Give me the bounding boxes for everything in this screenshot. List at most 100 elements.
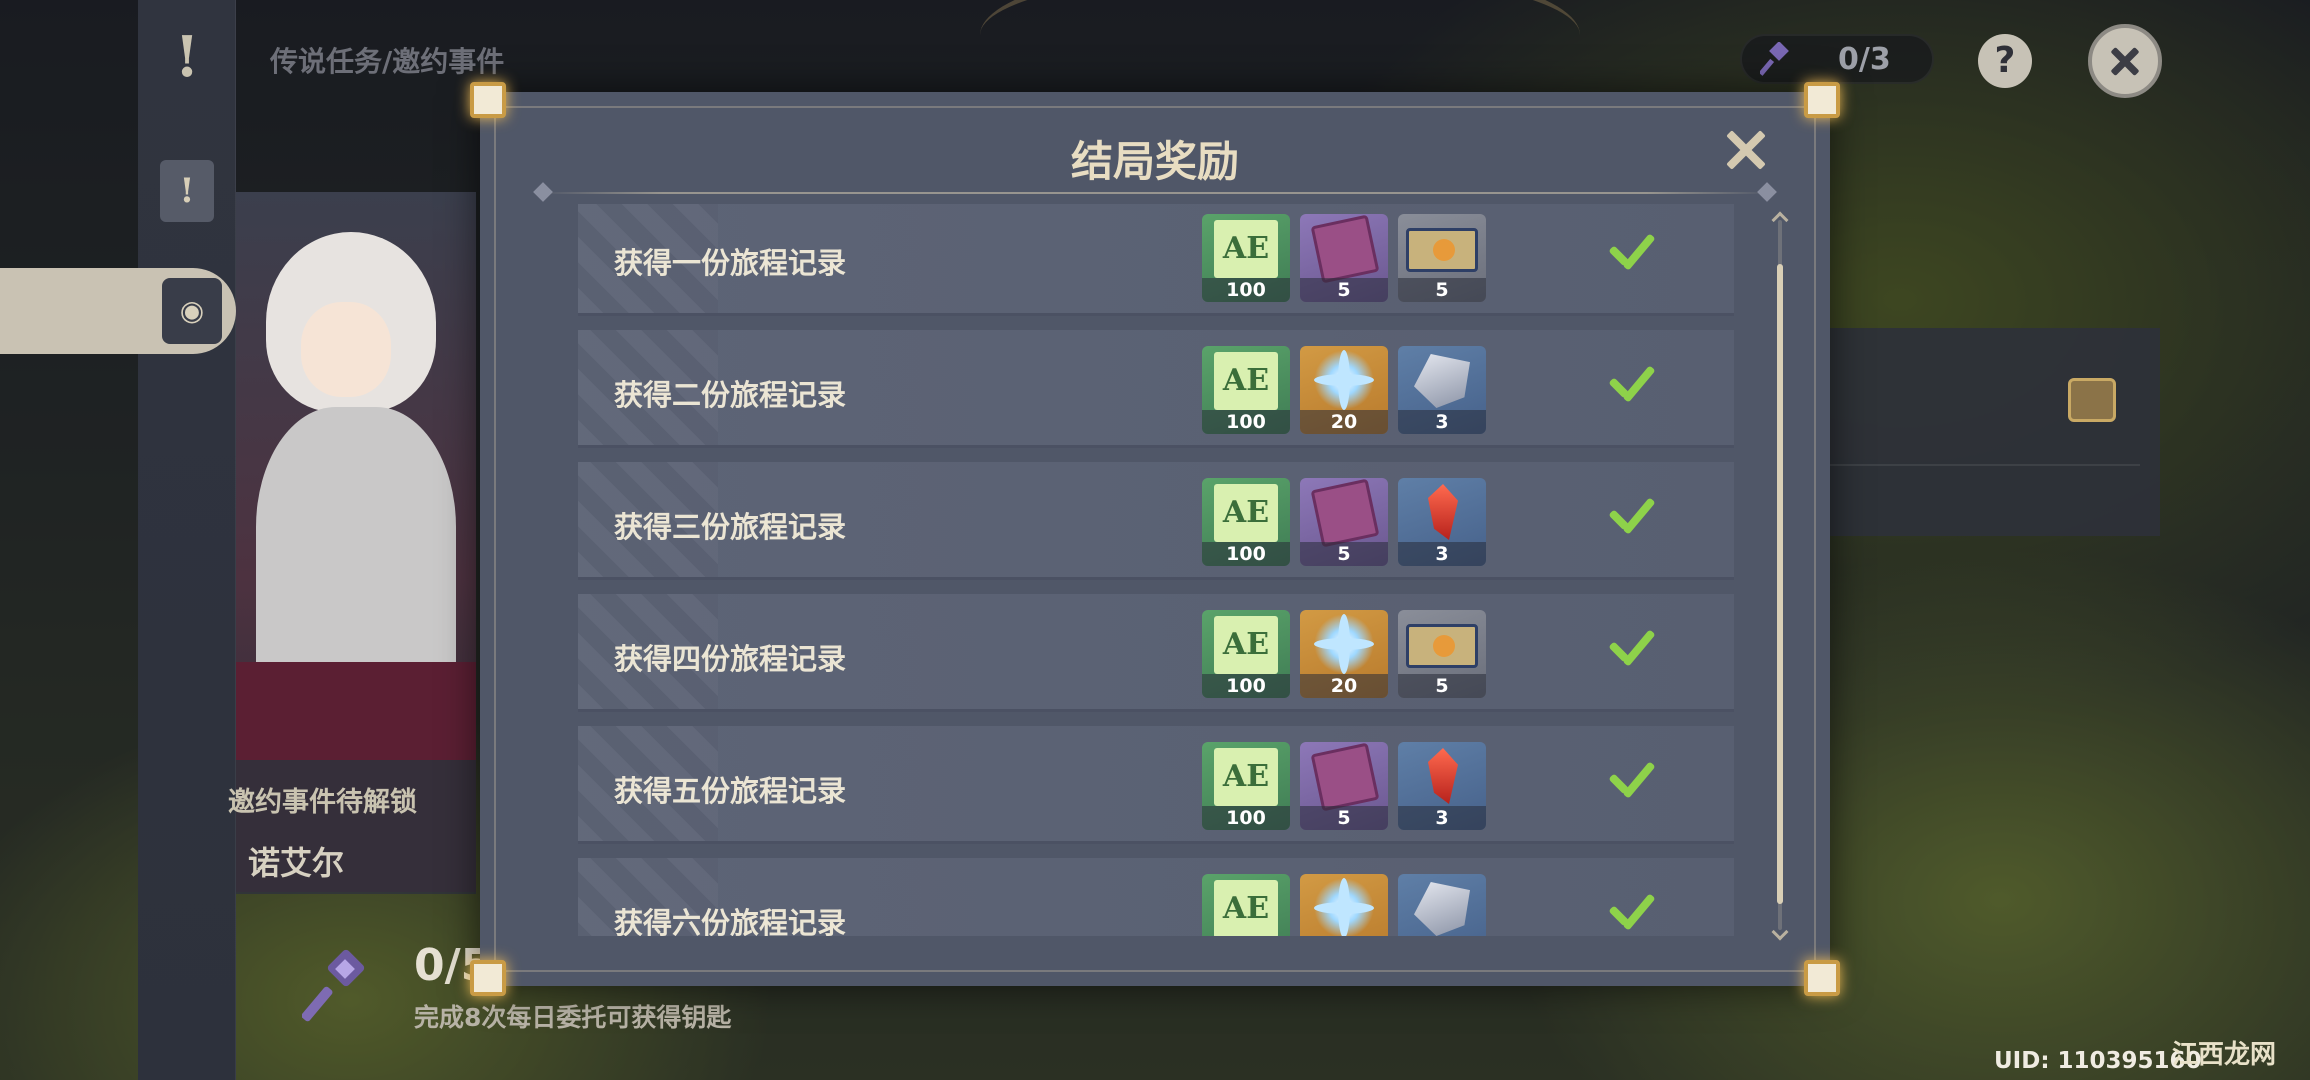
reward-row: 获得二份旅程记录 AE 100 20 3 [578,330,1734,448]
quest-book-icon[interactable]: ! [160,160,214,222]
reward-quantity: 3 [1398,410,1486,434]
sidebar-tab-hangout[interactable]: ◉ [0,268,236,354]
reward-quantity: 100 [1202,278,1290,302]
reward-item[interactable]: AE100 [1202,478,1290,566]
legend-quest-icon[interactable]: ! [160,26,214,88]
reward-item[interactable]: 20 [1300,874,1388,936]
reward-row: 获得四份旅程记录 AE 100 20 5 [578,594,1734,712]
claimed-check-icon [1608,370,1656,406]
ore-icon [1398,874,1486,936]
reward-quantity: 3 [1398,542,1486,566]
corner-ornament [1804,960,1840,996]
hud-key-count: 0/3 [1838,42,1891,77]
reward-item[interactable]: 3 [1398,874,1486,936]
purple-book-icon [1300,742,1388,812]
character-status: 邀约事件待解锁 [228,787,417,818]
page-close-button[interactable] [2088,24,2162,98]
reward-item[interactable]: 20 [1300,346,1388,434]
reward-row: 获得三份旅程记录 AE 100 5 3 [578,462,1734,580]
reward-row-label: 获得三份旅程记录 [614,510,847,544]
claimed-check-icon [1608,502,1656,538]
reward-quantity: 5 [1300,806,1388,830]
watermark: 江西龙网 [2172,1040,2277,1070]
reward-item[interactable]: AE100 [1202,214,1290,302]
primogem-icon [1300,610,1388,676]
left-sidebar: ! ! [138,0,236,1080]
reward-item[interactable]: 5 [1300,478,1388,566]
reward-item[interactable]: 20 [1300,610,1388,698]
reward-item[interactable]: 3 [1398,478,1486,566]
exp-book-icon: AE [1202,346,1290,412]
reward-quantity: 3 [1398,806,1486,830]
modal-close-button[interactable] [1720,124,1772,176]
reward-quantity: 20 [1300,674,1388,698]
reward-quantity: 100 [1202,674,1290,698]
exp-book-icon: AE [1202,610,1290,676]
scrollbar[interactable] [1777,220,1783,930]
reward-item[interactable]: 5 [1398,214,1486,302]
exp-book-icon: AE [1202,742,1290,808]
hud-key-counter: 0/3 [1740,34,1934,84]
red-shard-icon [1398,742,1486,808]
primogem-icon [1300,346,1388,412]
reward-row-label: 获得一份旅程记录 [614,246,847,280]
corner-ornament [470,960,506,996]
chest-icon[interactable] [2068,378,2116,422]
hud-key-icon [1760,42,1789,76]
reward-row: 获得六份旅程记录 AE100203 [578,858,1734,936]
reward-item[interactable]: 3 [1398,346,1486,434]
title-divider [540,192,1770,194]
rewards-list[interactable]: 获得一份旅程记录 AE 100 5 5 获得二份旅程记录 AE 100 20 3 获得三份旅程记录 A… [578,204,1738,936]
reward-quantity: 100 [1202,806,1290,830]
reward-row-label: 获得四份旅程记录 [614,642,847,676]
claimed-check-icon [1608,766,1656,802]
reward-quantity: 100 [1202,542,1290,566]
reward-quantity: 20 [1300,410,1388,434]
claimed-check-icon [1608,898,1656,934]
reward-item[interactable]: 5 [1398,610,1486,698]
corner-ornament [1804,82,1840,118]
exp-book-icon: AE [1202,874,1290,936]
reward-row-label: 获得五份旅程记录 [614,774,847,808]
reward-item[interactable]: AE100 [1202,346,1290,434]
character-name: 诺艾尔 [248,844,345,882]
reward-item[interactable]: AE100 [1202,874,1290,936]
reward-quantity: 5 [1398,278,1486,302]
claimed-check-icon [1608,634,1656,670]
hangout-key-icon [302,949,365,1022]
hangout-eye-icon: ◉ [162,278,222,344]
reward-row-label: 获得二份旅程记录 [614,378,847,412]
reward-quantity: 5 [1398,674,1486,698]
reward-item[interactable]: 5 [1300,742,1388,830]
uid-label: UID: 110395160 [1994,1048,2202,1074]
primogem-icon [1300,874,1388,936]
red-shard-icon [1398,478,1486,544]
reward-item[interactable]: 5 [1300,214,1388,302]
purple-book-icon [1300,214,1388,284]
exp-book-icon: AE [1202,478,1290,544]
reward-row: 获得五份旅程记录 AE 100 5 3 [578,726,1734,844]
key-hint: 完成8次每日委托可获得钥匙 [414,1003,732,1032]
reward-quantity: 100 [1202,410,1290,434]
scrollbar-thumb[interactable] [1777,264,1783,904]
modal-title: 结局奖励 [1070,137,1239,186]
reward-quantity: 5 [1300,278,1388,302]
reward-row-label: 获得六份旅程记录 [614,906,847,936]
map-icon [1398,214,1486,280]
reward-quantity: 5 [1300,542,1388,566]
reward-row: 获得一份旅程记录 AE 100 5 5 [578,204,1734,316]
reward-item[interactable]: AE100 [1202,610,1290,698]
panel-divider [1830,464,2140,466]
help-button[interactable]: ? [1978,34,2032,88]
ending-rewards-modal: 结局奖励 获得一份旅程记录 AE 100 5 5 获得二份旅程记录 AE 100 20 3 获得三份… [470,82,1840,996]
claimed-check-icon [1608,238,1656,274]
reward-item[interactable]: 3 [1398,742,1486,830]
character-face [301,302,391,397]
right-info-panel [1830,328,2160,536]
map-icon [1398,610,1486,676]
reward-item[interactable]: AE100 [1202,742,1290,830]
exp-book-icon: AE [1202,214,1290,280]
purple-book-icon [1300,478,1388,548]
corner-ornament [470,82,506,118]
breadcrumb: 传说任务/邀约事件 [270,45,505,78]
